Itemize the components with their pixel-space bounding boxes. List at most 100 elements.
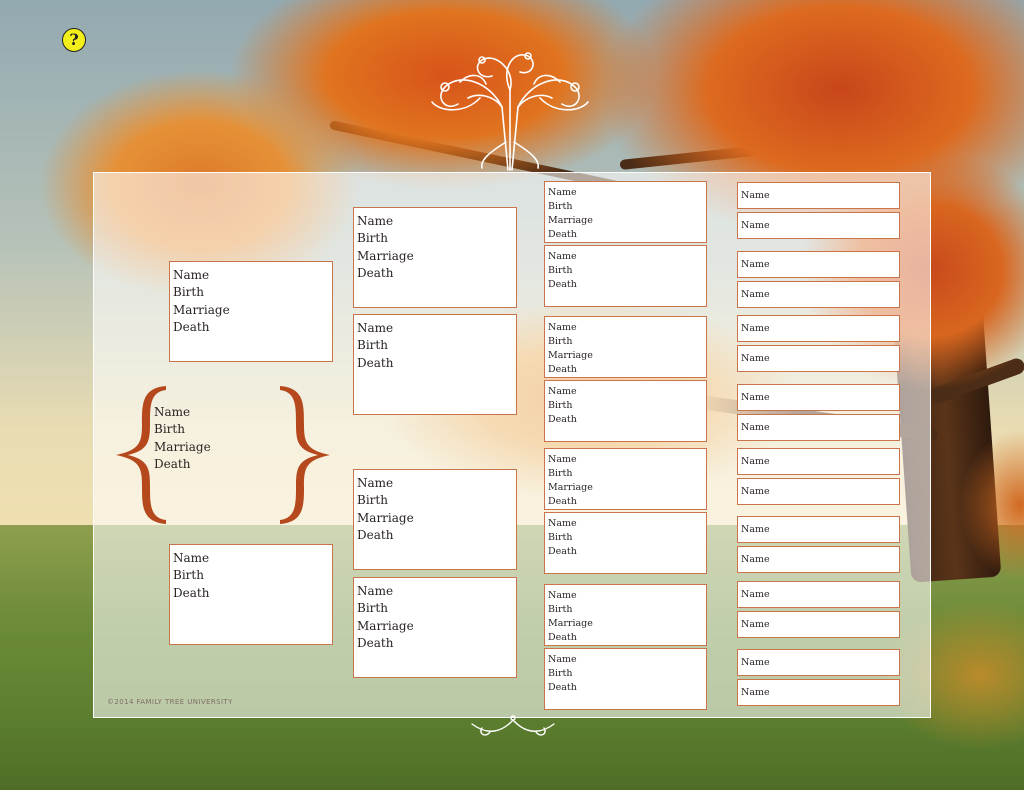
- gg-grandparent-box[interactable]: Name: [737, 182, 900, 209]
- name-field[interactable]: Name: [741, 316, 899, 342]
- birth-field[interactable]: Birth: [357, 337, 516, 354]
- death-field[interactable]: Death: [548, 495, 706, 509]
- name-field[interactable]: Name: [548, 653, 706, 667]
- death-field[interactable]: Death: [154, 456, 211, 473]
- death-field[interactable]: Death: [548, 363, 706, 377]
- death-field[interactable]: Death: [548, 545, 706, 559]
- marriage-field[interactable]: Marriage: [154, 439, 211, 456]
- name-field[interactable]: Name: [548, 250, 706, 264]
- name-field[interactable]: Name: [357, 583, 516, 600]
- father-box[interactable]: Name Birth Marriage Death: [169, 261, 333, 362]
- name-field[interactable]: Name: [741, 582, 899, 608]
- death-field[interactable]: Death: [548, 631, 706, 645]
- gg-grandparent-box[interactable]: Name: [737, 345, 900, 372]
- name-field[interactable]: Name: [741, 385, 899, 411]
- marriage-field[interactable]: Marriage: [357, 618, 516, 635]
- birth-field[interactable]: Birth: [548, 603, 706, 617]
- death-field[interactable]: Death: [173, 585, 332, 602]
- gg-grandparent-box[interactable]: Name: [737, 679, 900, 706]
- name-field[interactable]: Name: [357, 320, 516, 337]
- gg-grandparent-box[interactable]: Name: [737, 516, 900, 543]
- name-field[interactable]: Name: [741, 650, 899, 676]
- name-field[interactable]: Name: [741, 612, 899, 638]
- death-field[interactable]: Death: [548, 278, 706, 292]
- grandparent-box[interactable]: Name Birth Marriage Death: [353, 469, 517, 570]
- gg-grandparent-box[interactable]: Name: [737, 581, 900, 608]
- gg-grandparent-box[interactable]: Name: [737, 448, 900, 475]
- name-field[interactable]: Name: [548, 186, 706, 200]
- birth-field[interactable]: Birth: [357, 230, 516, 247]
- death-field[interactable]: Death: [173, 319, 332, 336]
- birth-field[interactable]: Birth: [357, 600, 516, 617]
- birth-field[interactable]: Birth: [548, 399, 706, 413]
- name-field[interactable]: Name: [548, 589, 706, 603]
- name-field[interactable]: Name: [357, 213, 516, 230]
- great-grandparent-box[interactable]: Name Birth Marriage Death: [544, 181, 707, 243]
- gg-grandparent-box[interactable]: Name: [737, 315, 900, 342]
- birth-field[interactable]: Birth: [173, 284, 332, 301]
- death-field[interactable]: Death: [357, 355, 516, 372]
- death-field[interactable]: Death: [357, 265, 516, 282]
- name-field[interactable]: Name: [548, 517, 706, 531]
- marriage-field[interactable]: Marriage: [357, 510, 516, 527]
- name-field[interactable]: Name: [548, 321, 706, 335]
- marriage-field[interactable]: Marriage: [173, 302, 332, 319]
- marriage-field[interactable]: Marriage: [548, 214, 706, 228]
- great-grandparent-box[interactable]: Name Birth Marriage Death: [544, 316, 707, 378]
- gg-grandparent-box[interactable]: Name: [737, 281, 900, 308]
- help-button[interactable]: ?: [62, 28, 86, 52]
- gg-grandparent-box[interactable]: Name: [737, 611, 900, 638]
- great-grandparent-box[interactable]: Name Birth Death: [544, 380, 707, 442]
- birth-field[interactable]: Birth: [154, 421, 211, 438]
- gg-grandparent-box[interactable]: Name: [737, 212, 900, 239]
- grandparent-box[interactable]: Name Birth Marriage Death: [353, 207, 517, 308]
- death-field[interactable]: Death: [357, 527, 516, 544]
- name-field[interactable]: Name: [357, 475, 516, 492]
- great-grandparent-box[interactable]: Name Birth Marriage Death: [544, 584, 707, 646]
- gg-grandparent-box[interactable]: Name: [737, 414, 900, 441]
- marriage-field[interactable]: Marriage: [357, 248, 516, 265]
- name-field[interactable]: Name: [741, 449, 899, 475]
- birth-field[interactable]: Birth: [548, 531, 706, 545]
- death-field[interactable]: Death: [548, 413, 706, 427]
- great-grandparent-box[interactable]: Name Birth Death: [544, 245, 707, 307]
- gg-grandparent-box[interactable]: Name: [737, 384, 900, 411]
- birth-field[interactable]: Birth: [548, 335, 706, 349]
- name-field[interactable]: Name: [548, 385, 706, 399]
- death-field[interactable]: Death: [548, 681, 706, 695]
- name-field[interactable]: Name: [741, 547, 899, 573]
- birth-field[interactable]: Birth: [548, 667, 706, 681]
- birth-field[interactable]: Birth: [548, 200, 706, 214]
- mother-box[interactable]: Name Birth Death: [169, 544, 333, 645]
- name-field[interactable]: Name: [741, 517, 899, 543]
- grandparent-box[interactable]: Name Birth Death: [353, 314, 517, 415]
- birth-field[interactable]: Birth: [357, 492, 516, 509]
- gg-grandparent-box[interactable]: Name: [737, 251, 900, 278]
- name-field[interactable]: Name: [741, 183, 899, 209]
- name-field[interactable]: Name: [741, 252, 899, 278]
- name-field[interactable]: Name: [548, 453, 706, 467]
- death-field[interactable]: Death: [548, 228, 706, 242]
- grandparent-box[interactable]: Name Birth Marriage Death: [353, 577, 517, 678]
- gg-grandparent-box[interactable]: Name: [737, 649, 900, 676]
- great-grandparent-box[interactable]: Name Birth Death: [544, 648, 707, 710]
- birth-field[interactable]: Birth: [548, 264, 706, 278]
- marriage-field[interactable]: Marriage: [548, 481, 706, 495]
- death-field[interactable]: Death: [357, 635, 516, 652]
- name-field[interactable]: Name: [741, 479, 899, 505]
- marriage-field[interactable]: Marriage: [548, 349, 706, 363]
- name-field[interactable]: Name: [173, 267, 332, 284]
- birth-field[interactable]: Birth: [173, 567, 332, 584]
- marriage-field[interactable]: Marriage: [548, 617, 706, 631]
- name-field[interactable]: Name: [741, 213, 899, 239]
- name-field[interactable]: Name: [173, 550, 332, 567]
- name-field[interactable]: Name: [741, 282, 899, 308]
- root-person-entry[interactable]: Name Birth Marriage Death: [151, 399, 211, 473]
- gg-grandparent-box[interactable]: Name: [737, 478, 900, 505]
- great-grandparent-box[interactable]: Name Birth Death: [544, 512, 707, 574]
- gg-grandparent-box[interactable]: Name: [737, 546, 900, 573]
- name-field[interactable]: Name: [741, 415, 899, 441]
- name-field[interactable]: Name: [154, 404, 211, 421]
- great-grandparent-box[interactable]: Name Birth Marriage Death: [544, 448, 707, 510]
- birth-field[interactable]: Birth: [548, 467, 706, 481]
